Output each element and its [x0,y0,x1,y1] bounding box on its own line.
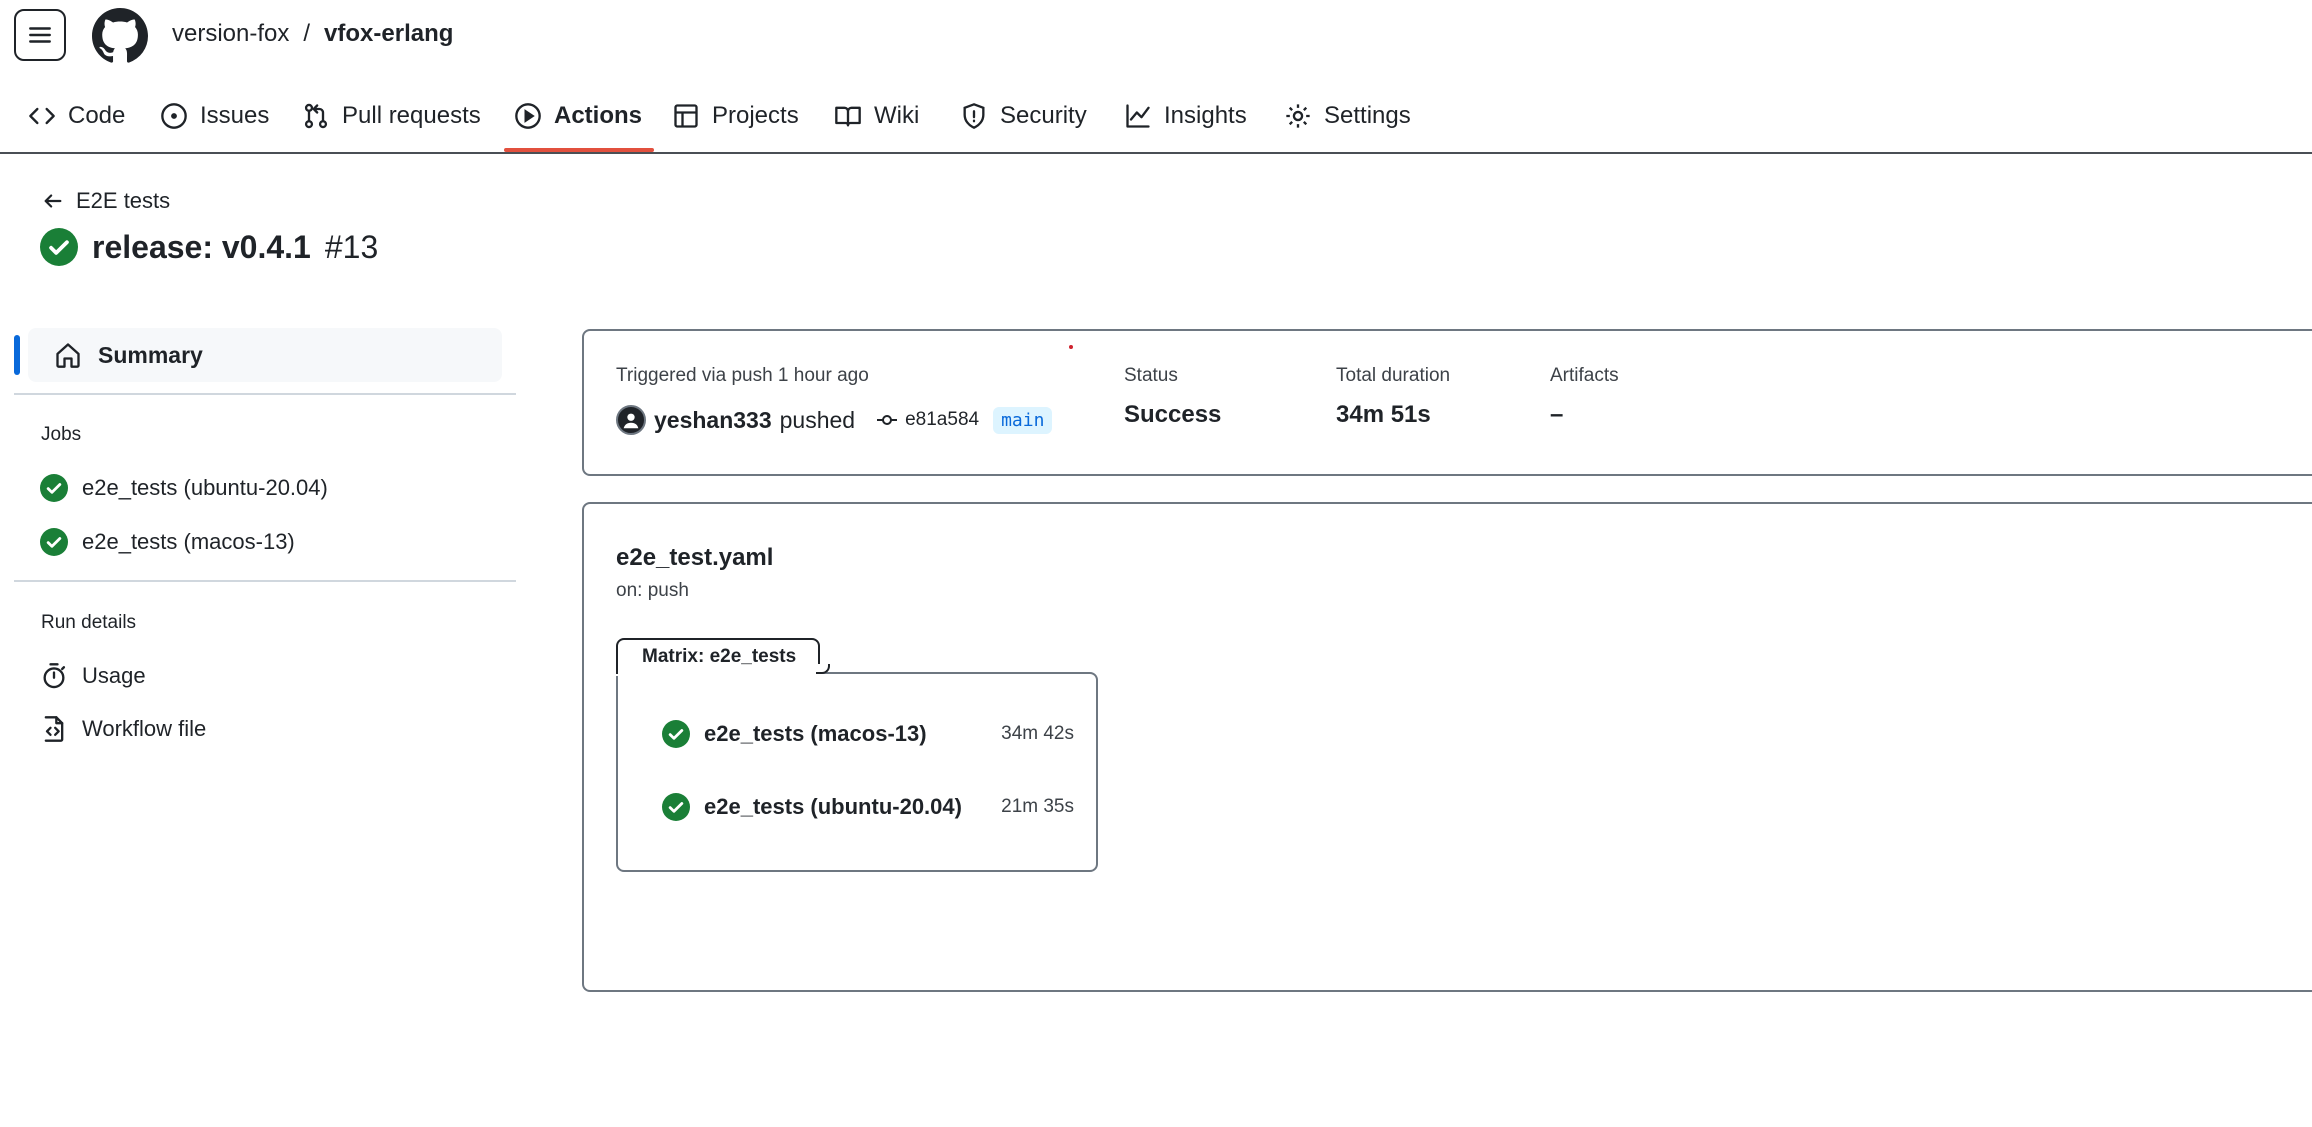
trigger-info: Triggered via push 1 hour ago [616,365,869,387]
user-avatar-icon [623,413,639,429]
repo-breadcrumb: version-fox / vfox-erlang [172,20,453,48]
menu-button[interactable] [14,9,66,61]
git-commit-icon [877,415,898,425]
play-icon [515,103,541,129]
tab-label: Wiki [874,102,920,129]
status-value: Success [1124,401,1222,428]
breadcrumb-separator: / [303,20,311,47]
code-icon [29,107,55,125]
push-action: pushed [779,406,856,433]
matrix-job-group: e2e_tests (macos-13) 34m 42s e2e_tests (… [616,672,1098,872]
matrix-tab[interactable]: Matrix: e2e_tests [616,638,820,674]
tab-actions[interactable]: Actions [503,80,655,152]
tab-issues[interactable]: Issues [160,80,269,152]
job-duration: 21m 35s [1001,796,1074,817]
matrix-label: Matrix: e2e_tests [642,646,797,667]
job-label: e2e_tests (macos-13) [82,529,295,554]
success-check-icon [40,528,68,556]
success-check-icon [40,228,78,266]
avatar[interactable] [616,405,646,435]
repo-owner-link[interactable]: version-fox [172,20,289,48]
tab-label: Issues [200,102,270,129]
commit-link[interactable]: e81a584 [875,408,979,432]
success-check-icon [40,474,68,502]
workflow-file-name[interactable]: e2e_test.yaml [616,544,773,572]
tab-label: Projects [712,102,799,129]
run-summary-card: Triggered via push 1 hour ago yeshan333 … [582,329,2312,476]
run-number: #13 [324,228,379,265]
branch-badge[interactable]: main [993,406,1053,434]
tab-label: Actions [554,102,643,129]
job-name: e2e_tests (ubuntu-20.04) [704,794,962,819]
sidebar-item-label: Summary [98,341,203,368]
gear-icon [1286,104,1310,128]
tab-pull-requests[interactable]: Pull requests [302,80,481,152]
book-icon [835,106,861,127]
status-info: Status Success [1124,365,1221,428]
sidebar-item-label: Workflow file [82,716,207,741]
issue-opened-icon [161,103,187,129]
sidebar-item-label: Usage [82,663,146,688]
back-link-label: E2E tests [76,188,171,213]
job-label: e2e_tests (ubuntu-20.04) [82,475,328,500]
actor-link[interactable]: yeshan333 [654,407,772,434]
artifacts-label: Artifacts [1550,365,1619,386]
repo-name-link[interactable]: vfox-erlang [324,20,453,48]
artifacts-info: Artifacts – [1550,365,1619,428]
sidebar-divider [14,580,516,582]
workflow-graph-card: e2e_test.yaml on: push Matrix: e2e_tests… [582,502,2312,992]
hamburger-icon [29,27,51,43]
tab-security[interactable]: Security [960,80,1087,152]
duration-label: Total duration [1336,365,1451,386]
run-name: release: v0.4.1 [92,228,311,265]
table-icon [674,104,698,128]
job-name: e2e_tests (macos-13) [704,721,927,746]
shield-icon [963,103,985,129]
github-logo-icon[interactable] [92,8,148,64]
tab-label: Insights [1164,102,1247,129]
success-check-icon [662,720,690,748]
tab-code[interactable]: Code [28,80,125,152]
stopwatch-icon [43,663,66,689]
graph-icon [1126,104,1150,128]
tab-label: Settings [1324,102,1411,129]
tab-wiki[interactable]: Wiki [834,80,919,152]
jobs-heading: Jobs [41,424,82,445]
tab-insights[interactable]: Insights [1124,80,1247,152]
success-check-icon [662,793,690,821]
sidebar-divider [14,393,516,395]
duration-value: 34m 51s [1336,401,1431,428]
back-to-workflow-link[interactable]: E2E tests [42,188,170,214]
global-header: version-fox / vfox-erlang [0,0,2312,72]
artifacts-value: – [1550,401,1564,428]
commit-sha: e81a584 [905,409,980,430]
cursor-dot [1069,345,1073,349]
tab-label: Pull requests [342,102,481,129]
graph-job-ubuntu[interactable]: e2e_tests (ubuntu-20.04) 21m 35s [662,793,1074,821]
tab-label: Security [1000,102,1087,129]
duration-info: Total duration 34m 51s [1336,365,1451,428]
tab-label: Code [68,102,126,129]
sidebar-item-summary[interactable]: Summary [14,328,502,382]
trigger-text: Triggered via push 1 hour ago [616,365,869,386]
sidebar-item-workflow-file[interactable]: Workflow file [40,715,206,743]
file-code-icon [44,716,64,742]
tab-projects[interactable]: Projects [672,80,799,152]
push-info: yeshan333 pushed e81a584 main [616,405,1053,435]
tab-settings[interactable]: Settings [1284,80,1411,152]
workflow-trigger: on: push [616,580,689,601]
home-icon [56,343,80,368]
sidebar-job-ubuntu[interactable]: e2e_tests (ubuntu-20.04) [40,474,328,502]
repo-nav: Code Issues Pull requests Actions Projec… [0,80,2312,154]
graph-job-macos[interactable]: e2e_tests (macos-13) 34m 42s [662,720,1074,748]
status-label: Status [1124,365,1178,386]
arrow-left-icon [44,194,62,208]
sidebar-item-usage[interactable]: Usage [40,662,146,690]
run-details-heading: Run details [41,612,137,633]
git-pull-request-icon [304,103,328,129]
sidebar-job-macos[interactable]: e2e_tests (macos-13) [40,528,295,556]
run-title: release: v0.4.1 #13 [40,228,378,266]
job-duration: 34m 42s [1001,723,1074,744]
